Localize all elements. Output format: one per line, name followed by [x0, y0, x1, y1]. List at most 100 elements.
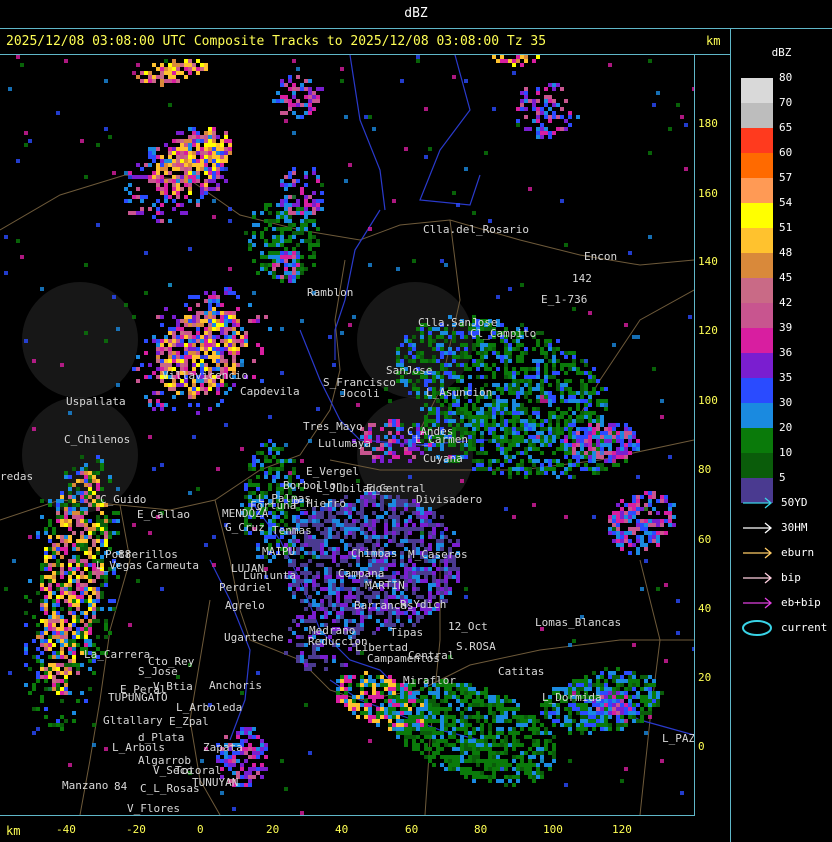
echo-cell: [128, 183, 132, 187]
echo-cell: [588, 395, 592, 399]
echo-cell: [468, 439, 472, 443]
echo-cell: [308, 91, 312, 95]
echo-cell: [568, 379, 572, 383]
echo-cell: [312, 251, 316, 255]
echo-cell: [284, 183, 288, 187]
echo-cell: [552, 83, 556, 87]
echo-cell: [320, 207, 324, 211]
echo-cell: [472, 407, 476, 411]
echo-cell: [616, 447, 620, 451]
echo-cell: [600, 467, 604, 471]
echo-cell: [200, 151, 204, 155]
echo-cell: [44, 643, 48, 647]
echo-cell: [500, 55, 504, 59]
echo-cell: [216, 387, 220, 391]
echo-cell: [316, 199, 320, 203]
echo-cell: [136, 379, 140, 383]
echo-cell: [504, 351, 508, 355]
echo-cell: [224, 139, 228, 143]
echo-cell: [60, 663, 64, 667]
echo-cell: [232, 339, 236, 343]
echo-cell: [252, 751, 256, 755]
echo-cell: [632, 499, 636, 503]
echo-cell: [228, 759, 232, 763]
echo-cell: [172, 387, 176, 391]
echo-cell: [188, 391, 192, 395]
echo-cell: [528, 471, 532, 475]
echo-cell: [632, 507, 636, 511]
echo-cell: [52, 651, 56, 655]
echo-cell: [620, 451, 624, 455]
echo-cell: [436, 419, 440, 423]
echo-cell: [568, 351, 572, 355]
echo-cell: [228, 767, 232, 771]
echo-cell: [288, 107, 292, 111]
echo-cell: [84, 495, 88, 499]
echo-cell: [304, 227, 308, 231]
echo-cell: [232, 335, 236, 339]
echo-cell: [648, 523, 652, 527]
echo-cell: [548, 135, 552, 139]
echo-cell: [388, 443, 392, 447]
echo-cell: [92, 599, 96, 603]
echo-cell: [288, 183, 292, 187]
echo-cell: [52, 631, 56, 635]
echo-cell: [292, 279, 296, 283]
echo-cell: [628, 551, 632, 555]
echo-cell: [280, 255, 284, 259]
echo-cell: [416, 611, 420, 615]
echo-cell: [140, 199, 144, 203]
echo-cell: [76, 603, 80, 607]
echo-cell: [444, 363, 448, 367]
echo-cell: [108, 599, 112, 603]
echo-cell: [292, 95, 296, 99]
echo-cell: [92, 671, 96, 675]
echo-cell: [212, 359, 216, 363]
echo-cell: [48, 635, 52, 639]
radar-map-canvas[interactable]: Clla.del_RosarioEncon142E_1-736RamblonCl…: [0, 55, 694, 815]
echo-cell: [52, 683, 56, 687]
echo-cell: [236, 363, 240, 367]
echo-cell: [312, 99, 316, 103]
echo-cell: [632, 435, 636, 439]
echo-cell: [56, 587, 60, 591]
echo-cell: [580, 467, 584, 471]
echo-cell: [60, 491, 64, 495]
echo-cell: [52, 527, 56, 531]
echo-cell: [416, 515, 420, 519]
echo-cell: [68, 691, 72, 695]
echo-cell: [172, 183, 176, 187]
radar-map[interactable]: Clla.del_Rosario Encon 142 E_1-736 Ramblon Cl…: [0, 55, 694, 815]
echo-cell: [228, 335, 232, 339]
echo-cell: [532, 347, 536, 351]
echo-cell: [632, 527, 636, 531]
echo-cell: [608, 531, 612, 535]
echo-cell: [532, 435, 536, 439]
echo-cell: [196, 323, 200, 327]
echo-cell: [44, 623, 48, 627]
echo-cell: [208, 179, 212, 183]
echo-cell: [556, 127, 560, 131]
echo-cell: [188, 395, 192, 399]
echo-cell: [596, 455, 600, 459]
echo-cell: [500, 439, 504, 443]
echo-cell: [112, 607, 116, 611]
echo-cell: [48, 675, 52, 679]
echo-cell: [516, 407, 520, 411]
echo-cell: [24, 683, 28, 687]
echo-cell: [224, 335, 228, 339]
echo-cell: [592, 391, 596, 395]
echo-cell: [156, 219, 160, 223]
echo-cell: [564, 471, 568, 475]
echo-cell: [288, 79, 292, 83]
echo-cell: [608, 427, 612, 431]
echo-cell: [180, 339, 184, 343]
echo-cell: [76, 663, 80, 667]
echo-cell: [200, 67, 204, 71]
echo-cell: [176, 391, 180, 395]
echo-cell: [228, 147, 232, 151]
echo-cell: [376, 435, 380, 439]
echo-cell: [652, 539, 656, 543]
echo-cell: [648, 535, 652, 539]
echo-cell: [468, 419, 472, 423]
